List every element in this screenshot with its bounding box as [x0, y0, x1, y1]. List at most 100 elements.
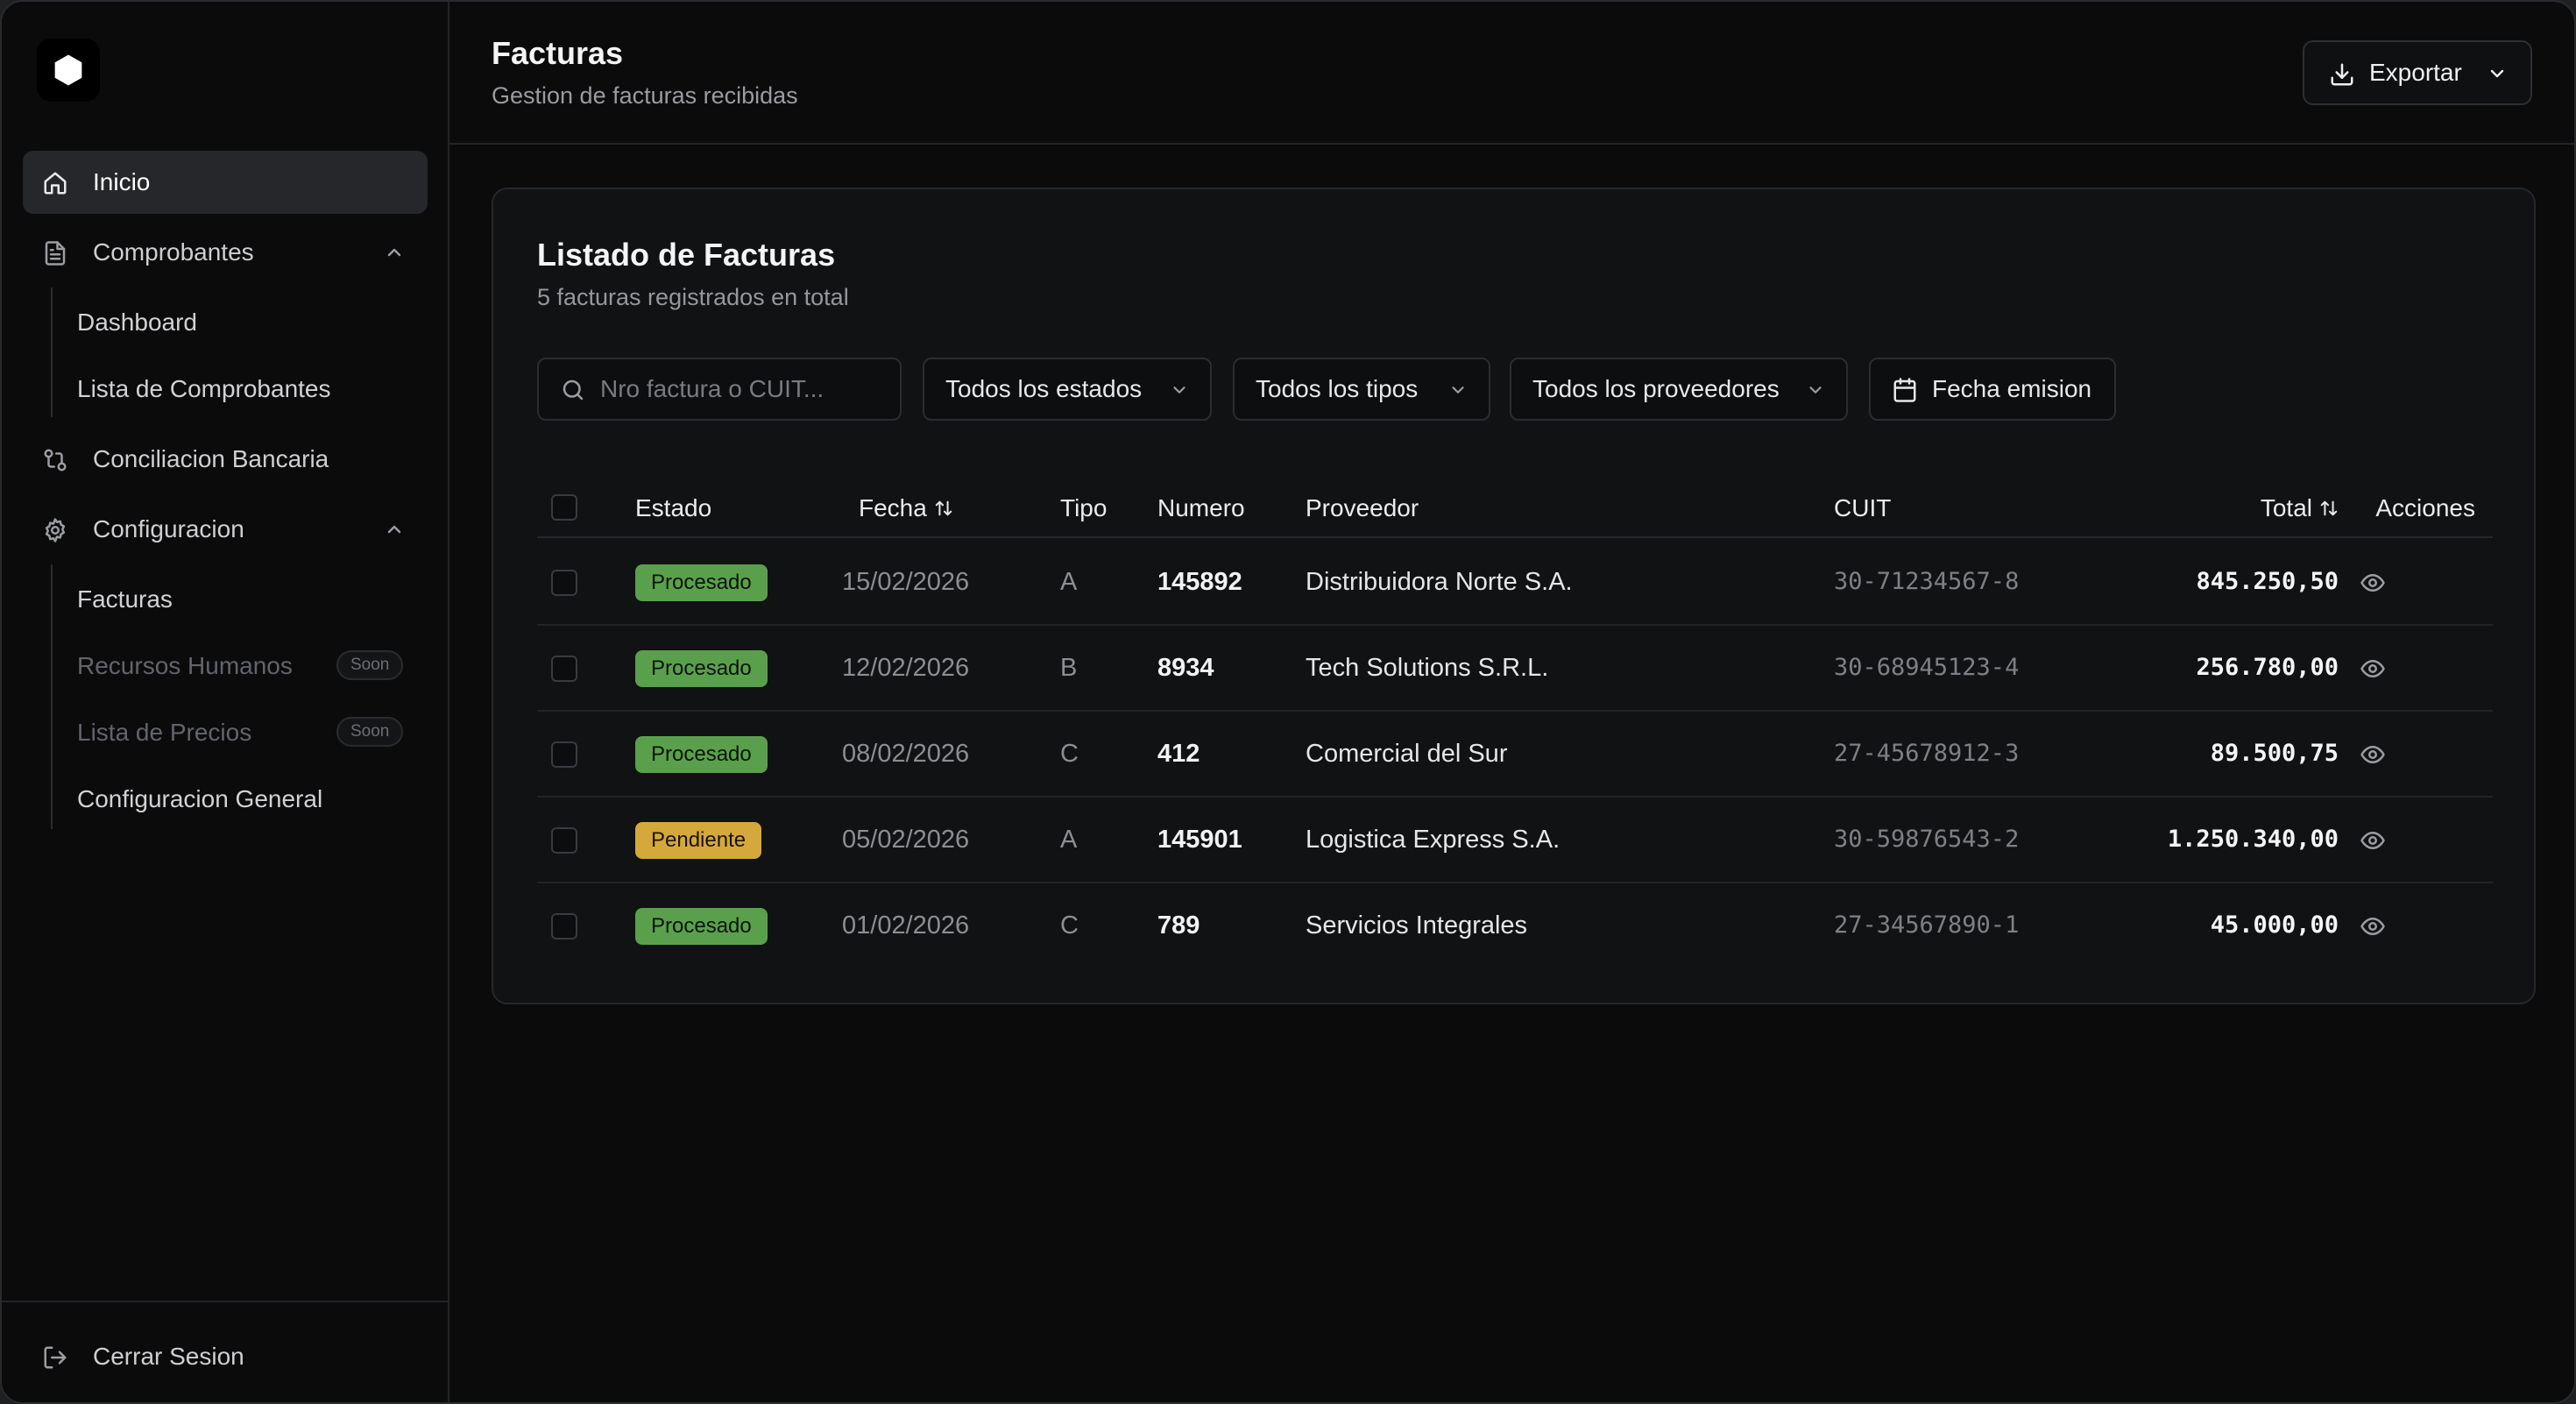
cuit-cell: 30-68945123-4	[1834, 654, 2020, 681]
status-badge: Procesado	[635, 650, 768, 687]
submenu-line	[51, 564, 53, 829]
row-checkbox[interactable]	[551, 827, 577, 854]
select-all-checkbox[interactable]	[551, 494, 577, 521]
logout-icon	[44, 1346, 67, 1369]
logout-button[interactable]: Cerrar Sesion	[23, 1325, 428, 1388]
proveedor-cell: Tech Solutions S.R.L.	[1306, 654, 1549, 682]
sidebar-subitem-dashboard[interactable]: Dashboard	[77, 294, 197, 351]
sidebar-item-label: Inicio	[93, 168, 151, 195]
eye-icon[interactable]	[2359, 827, 2387, 854]
sort-icon	[935, 500, 952, 516]
logout-label: Cerrar Sesion	[93, 1343, 244, 1370]
gear-icon	[45, 518, 66, 542]
calendar-icon	[1893, 378, 1916, 402]
tipo-cell: A	[1060, 568, 1078, 596]
proveedor-select[interactable]: Todos los proveedores	[1510, 358, 1848, 421]
tipo-cell: C	[1060, 740, 1079, 768]
chevron-up-icon	[387, 248, 401, 257]
chevron-up-icon	[387, 525, 401, 534]
soon-badge: Soon	[336, 717, 404, 747]
eye-icon[interactable]	[2359, 656, 2387, 682]
numero-cell: 789	[1157, 911, 1200, 940]
proveedor-cell: Logistica Express S.A.	[1306, 826, 1560, 854]
home-icon	[44, 172, 67, 195]
total-cell: 89.500,75	[2210, 740, 2339, 767]
hexagon-logo-icon	[54, 54, 82, 86]
cuit-cell: 30-59876543-2	[1834, 826, 2020, 853]
eye-icon[interactable]	[2359, 913, 2387, 940]
git-compare-icon	[44, 449, 67, 472]
fecha-cell: 12/02/2026	[842, 654, 970, 682]
row-checkbox[interactable]	[551, 570, 577, 596]
chevron-down-icon	[1452, 386, 1464, 394]
search-input[interactable]	[600, 359, 889, 419]
sidebar: Inicio Comprobantes Dashboard Lista de C…	[2, 2, 449, 1402]
page-subtitle: Gestion de facturas recibidas	[492, 82, 798, 109]
sidebar-item-comprobantes[interactable]: Comprobantes	[23, 221, 428, 284]
fecha-emision-button[interactable]: Fecha emision	[1869, 358, 2116, 421]
fecha-emision-label: Fecha emision	[1932, 375, 2092, 402]
app-window: Inicio Comprobantes Dashboard Lista de C…	[0, 0, 2576, 1404]
download-icon	[2331, 63, 2353, 86]
table-row: Procesado 12/02/2026 B 8934 Tech Solutio…	[537, 626, 2493, 712]
column-numero: Numero	[1157, 494, 1245, 521]
numero-cell: 145892	[1157, 568, 1242, 596]
column-total[interactable]: Total	[2261, 479, 2339, 538]
page-title: Facturas	[492, 35, 624, 71]
page-header: Facturas Gestion de facturas recibidas E…	[449, 2, 2574, 145]
sidebar-item-label: Conciliacion Bancaria	[93, 445, 329, 472]
status-badge: Pendiente	[635, 822, 762, 859]
sidebar-subitem-facturas[interactable]: Facturas	[77, 571, 173, 628]
app-logo[interactable]	[37, 39, 100, 102]
total-cell: 845.250,50	[2196, 568, 2339, 595]
sidebar-subitem-recursos-humanos: Recursos Humanos	[77, 652, 293, 679]
tipo-select[interactable]: Todos los tipos	[1233, 358, 1490, 421]
invoices-card: Listado de Facturas 5 facturas registrad…	[492, 188, 2536, 1004]
chevron-down-icon	[2490, 69, 2504, 78]
chevron-down-icon	[1809, 386, 1822, 394]
sidebar-item-inicio[interactable]: Inicio	[23, 151, 428, 214]
search-icon	[563, 379, 584, 401]
tipo-cell: B	[1060, 654, 1078, 682]
total-cell: 256.780,00	[2196, 654, 2339, 681]
sort-icon	[2320, 500, 2338, 516]
estado-select[interactable]: Todos los estados	[923, 358, 1212, 421]
eye-icon[interactable]	[2359, 741, 2387, 768]
sidebar-item-configuracion[interactable]: Configuracion	[23, 498, 428, 561]
chevron-down-icon	[1173, 386, 1185, 394]
sidebar-subitem-configuracion-general[interactable]: Configuracion General	[77, 771, 322, 827]
cuit-cell: 27-34567890-1	[1834, 911, 2020, 939]
tipo-cell: A	[1060, 826, 1078, 854]
numero-cell: 145901	[1157, 826, 1242, 854]
sidebar-item-conciliacion[interactable]: Conciliacion Bancaria	[23, 428, 428, 491]
status-badge: Procesado	[635, 908, 768, 945]
total-cell: 1.250.340,00	[2167, 826, 2339, 853]
total-cell: 45.000,00	[2210, 911, 2339, 939]
numero-cell: 412	[1157, 740, 1200, 768]
proveedor-cell: Distribuidora Norte S.A.	[1306, 568, 1573, 596]
tipo-cell: C	[1060, 911, 1079, 940]
table-row: Procesado 01/02/2026 C 789 Servicios Int…	[537, 883, 2493, 969]
card-subtitle: 5 facturas registrados en total	[537, 284, 849, 310]
column-cuit: CUIT	[1834, 494, 1892, 521]
cuit-cell: 30-71234567-8	[1834, 568, 2020, 595]
card-title: Listado de Facturas	[537, 237, 836, 273]
sidebar-subitem-lista-comprobantes[interactable]: Lista de Comprobantes	[77, 361, 331, 417]
export-button[interactable]: Exportar	[2303, 40, 2532, 105]
column-fecha[interactable]: Fecha	[859, 479, 953, 538]
sidebar-subitem-lista-precios: Lista de Precios	[77, 719, 252, 746]
eye-icon[interactable]	[2359, 570, 2387, 596]
fecha-cell: 08/02/2026	[842, 740, 970, 768]
row-checkbox[interactable]	[551, 741, 577, 768]
column-estado: Estado	[635, 494, 712, 521]
fecha-cell: 05/02/2026	[842, 826, 970, 854]
column-total-label: Total	[2260, 494, 2312, 521]
sidebar-divider	[2, 1301, 448, 1302]
status-badge: Procesado	[635, 564, 768, 601]
row-checkbox[interactable]	[551, 913, 577, 940]
row-checkbox[interactable]	[551, 656, 577, 682]
numero-cell: 8934	[1157, 654, 1214, 682]
file-text-icon	[45, 241, 66, 266]
estado-select-value: Todos los estados	[945, 375, 1143, 402]
search-field[interactable]	[537, 358, 902, 421]
